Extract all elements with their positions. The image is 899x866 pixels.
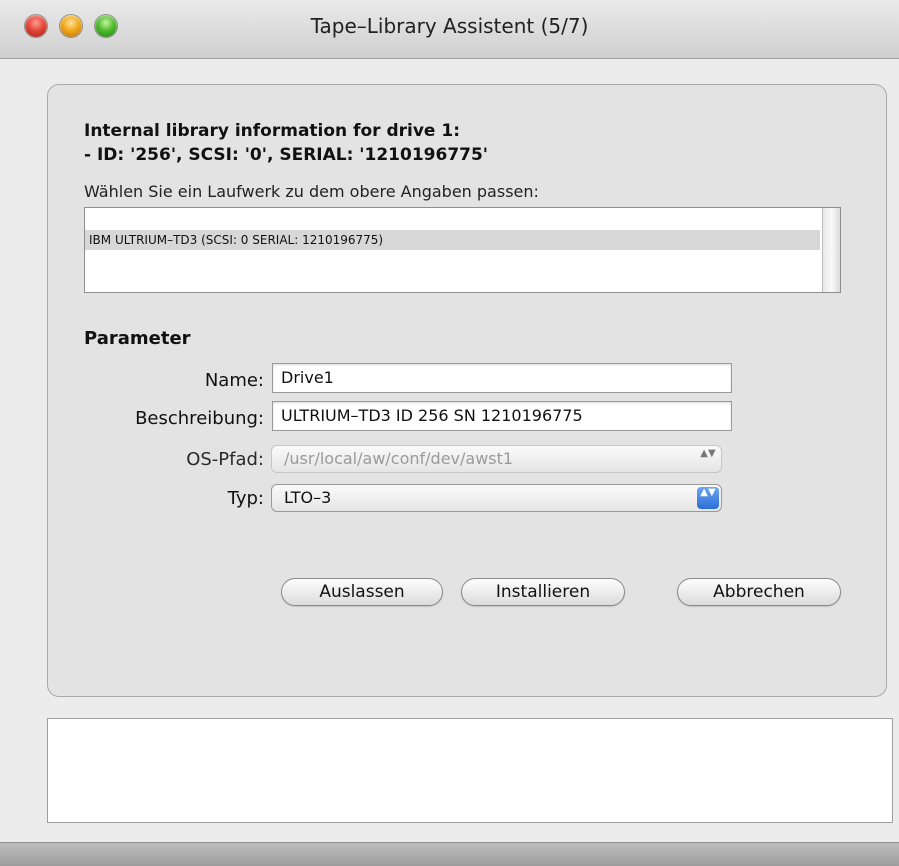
- os-path-label: OS-Pfad:: [186, 449, 264, 470]
- titlebar: Tape–Library Assistent (5/7): [0, 0, 899, 59]
- log-area: [47, 718, 893, 823]
- skip-button[interactable]: Auslassen: [281, 578, 443, 606]
- os-path-value: /usr/local/aw/conf/dev/awst1: [284, 449, 514, 468]
- name-label: Name:: [204, 370, 264, 391]
- bottom-bar: [0, 842, 899, 866]
- drive-select-prompt: Wählen Sie ein Laufwerk zu dem obere Ang…: [84, 182, 539, 201]
- drive-list-scrollbar[interactable]: [822, 208, 840, 292]
- install-button[interactable]: Installieren: [461, 578, 625, 606]
- type-value: LTO–3: [284, 488, 332, 507]
- drive-list-item[interactable]: IBM ULTRIUM–TD3 (SCSI: 0 SERIAL: 1210196…: [85, 230, 820, 250]
- type-label: Typ:: [227, 488, 264, 509]
- library-info-line1: Internal library information for drive 1…: [84, 121, 460, 141]
- drive-list[interactable]: IBM ULTRIUM–TD3 (SCSI: 0 SERIAL: 1210196…: [84, 207, 841, 293]
- description-label: Beschreibung:: [135, 408, 264, 429]
- description-field[interactable]: ULTRIUM–TD3 ID 256 SN 1210196775: [272, 401, 732, 431]
- parameter-heading: Parameter: [84, 328, 191, 349]
- assistant-window: Tape–Library Assistent (5/7) Internal li…: [0, 0, 899, 866]
- type-select[interactable]: LTO–3 ▲▼: [271, 484, 722, 512]
- name-field[interactable]: Drive1: [272, 363, 732, 393]
- library-info-heading: Internal library information for drive 1…: [84, 119, 488, 167]
- os-path-select: /usr/local/aw/conf/dev/awst1 ▲▼: [271, 445, 722, 473]
- window-title: Tape–Library Assistent (5/7): [310, 14, 589, 38]
- library-info-line2: - ID: '256', SCSI: '0', SERIAL: '1210196…: [84, 145, 489, 165]
- os-path-stepper-icon: ▲▼: [700, 448, 716, 459]
- type-stepper-icon[interactable]: ▲▼: [697, 487, 719, 509]
- cancel-button[interactable]: Abbrechen: [677, 578, 841, 606]
